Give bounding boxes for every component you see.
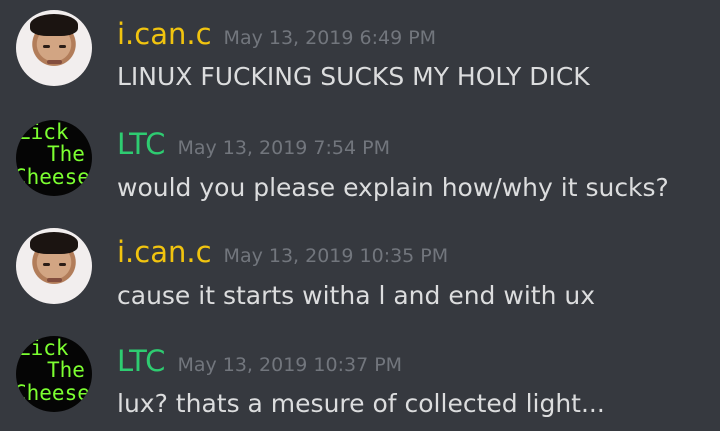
avatar-text-line: Lick [18,120,69,144]
username[interactable]: i.can.c [117,17,212,51]
message-header: LTC May 13, 2019 7:54 PM [117,128,390,164]
timestamp: May 13, 2019 7:54 PM [177,137,390,159]
avatar-hair [30,232,78,254]
avatar-hair [30,14,78,36]
avatar-i-can-c[interactable] [16,228,92,304]
username[interactable]: LTC [117,127,165,161]
avatar-text-line: The [47,358,85,382]
avatar-eye-right [59,263,66,266]
message-header: i.can.c May 13, 2019 6:49 PM [117,18,436,54]
avatar-eye-right [59,45,66,48]
message-header: LTC May 13, 2019 10:37 PM [117,345,402,381]
chat-message: i.can.c May 13, 2019 10:35 PM cause it st… [0,216,720,324]
username[interactable]: LTC [117,344,165,378]
message-content: LINUX FUCKING SUCKS MY HOLY DICK [117,62,590,91]
timestamp: May 13, 2019 10:37 PM [177,354,403,376]
timestamp: May 13, 2019 6:49 PM [223,27,437,49]
avatar-text-line: Lick [18,336,69,360]
avatar-ltc[interactable]: Lick The Cheese [16,336,92,412]
timestamp: May 13, 2019 10:35 PM [223,245,449,267]
avatar-eye-left [43,263,50,266]
username[interactable]: i.can.c [117,235,212,269]
avatar-text-line: The [47,142,85,166]
avatar-text-line: Cheese [16,381,90,405]
avatar-eye-left [43,45,50,48]
avatar-text-line: Cheese [16,165,90,189]
avatar-ltc[interactable]: Lick The Cheese [16,120,92,196]
avatar-mouth [47,278,62,282]
chat-message-list: i.can.c May 13, 2019 6:49 PM LINUX FUCKIN… [0,0,720,431]
message-content: cause it starts witha l and end with ux [117,281,596,310]
chat-message: Lick The Cheese LTC May 13, 2019 7:54 PM … [0,108,720,216]
message-header: i.can.c May 13, 2019 10:35 PM [117,236,448,272]
avatar-i-can-c[interactable] [16,10,92,86]
message-content: lux? thats a mesure of collected light..… [117,389,605,418]
chat-message: i.can.c May 13, 2019 6:49 PM LINUX FUCKIN… [0,0,720,108]
avatar-mouth [47,60,62,64]
message-content: would you please explain how/why it suck… [117,173,669,202]
chat-message: Lick The Cheese LTC May 13, 2019 10:37 PM… [0,324,720,431]
